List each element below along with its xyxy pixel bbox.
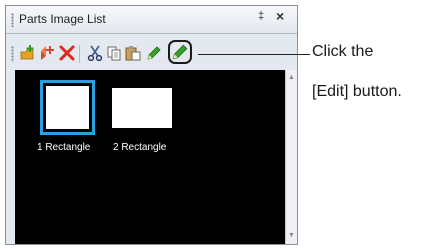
edit-icon — [172, 44, 188, 60]
image-list-canvas[interactable]: 1 Rectangle 2 Rectangle — [15, 70, 285, 244]
image-thumbnail-selected[interactable] — [40, 80, 95, 135]
vertical-scrollbar[interactable]: ▲ ▼ — [285, 70, 297, 244]
image-label[interactable]: 1 Rectangle — [37, 142, 90, 153]
panel-title: Parts Image List — [19, 12, 106, 26]
cut-button[interactable] — [86, 43, 104, 63]
image-thumbnail[interactable] — [112, 88, 172, 128]
drag-grip[interactable] — [11, 13, 14, 27]
parts-image-list-panel: Parts Image List ‡ × 1 Rectangle 2 Recta… — [5, 5, 298, 245]
paste-button[interactable] — [124, 43, 142, 63]
copy-button[interactable] — [105, 43, 123, 63]
pin-icon[interactable]: ‡ — [258, 10, 264, 22]
delete-button[interactable] — [58, 43, 76, 63]
callout-text-line-2: [Edit] button. — [312, 83, 402, 100]
panel-titlebar[interactable]: Parts Image List ‡ × — [6, 6, 297, 34]
callout-text-line-1: Click the — [312, 43, 374, 60]
edit-button-highlight — [168, 40, 192, 64]
scroll-up-arrow-icon[interactable]: ▲ — [286, 72, 297, 84]
add-parts-button[interactable] — [38, 43, 56, 63]
scroll-down-arrow-icon[interactable]: ▼ — [286, 230, 297, 242]
edit-icon — [147, 46, 161, 60]
paste-icon — [125, 46, 141, 61]
toolbar-separator — [79, 45, 80, 63]
cut-icon — [87, 45, 103, 61]
image-preview — [46, 86, 89, 129]
callout-leader-line — [198, 54, 310, 55]
add-folder-icon — [20, 45, 34, 60]
toolbar — [6, 33, 297, 67]
delete-icon — [59, 45, 75, 61]
image-label[interactable]: 2 Rectangle — [113, 142, 166, 153]
copy-icon — [107, 46, 121, 61]
add-folder-button[interactable] — [19, 43, 37, 63]
edit-button[interactable] — [145, 43, 163, 63]
toolbar-grip[interactable] — [11, 46, 14, 62]
add-parts-icon — [41, 46, 54, 60]
close-icon[interactable]: × — [276, 8, 284, 24]
